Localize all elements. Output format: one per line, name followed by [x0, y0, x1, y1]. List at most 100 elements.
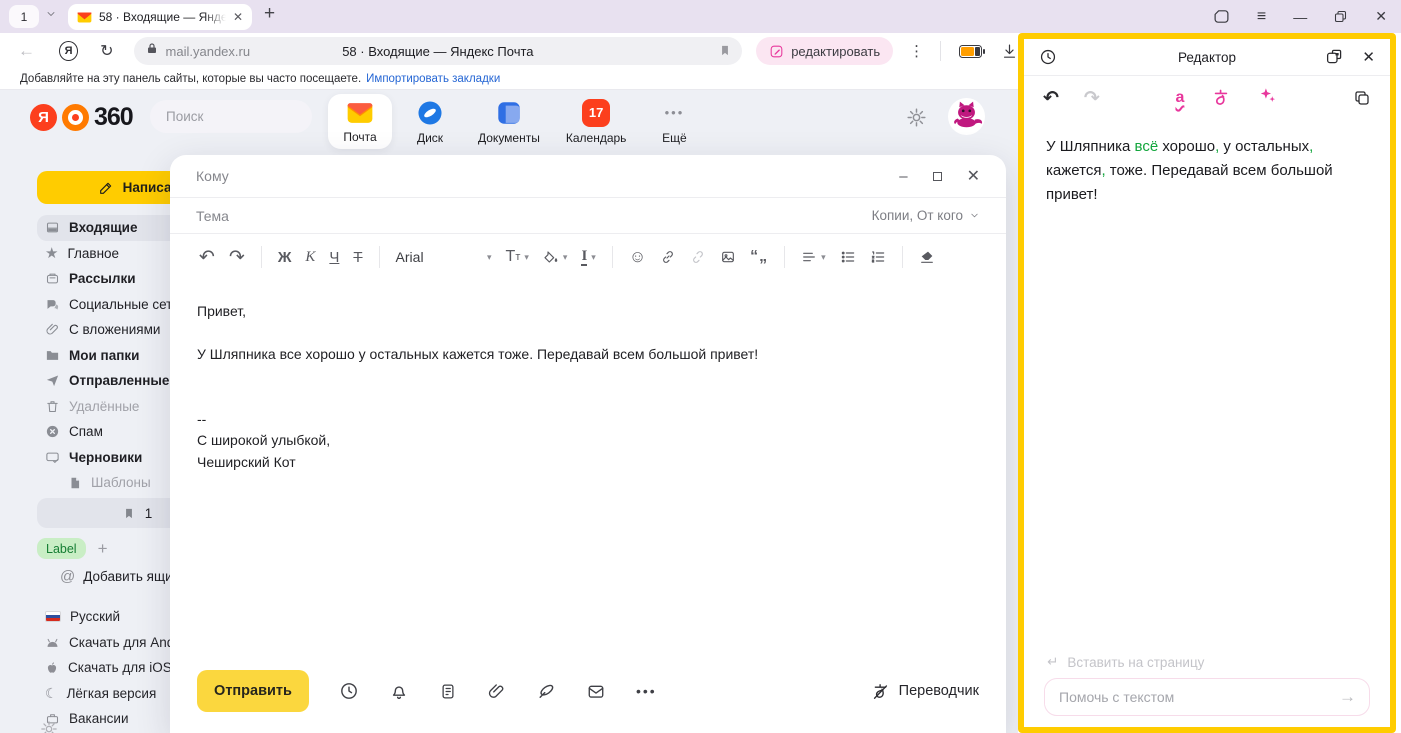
- editor-text-segment: кажется: [1046, 162, 1101, 179]
- add-mailbox-button[interactable]: @ Добавить ящик: [60, 568, 179, 585]
- align-icon: [801, 249, 817, 265]
- mail-page: Я 360 Почта Диск Документы 17 Календарь …: [0, 90, 1018, 733]
- android-icon: [45, 636, 60, 649]
- app-more[interactable]: ••• Ещё: [642, 94, 706, 149]
- window-minimize-button[interactable]: —: [1293, 9, 1306, 25]
- fill-bucket-icon: [543, 249, 559, 265]
- tab-counter[interactable]: 1: [9, 5, 39, 28]
- envelope-icon[interactable]: [586, 682, 606, 701]
- undo-icon[interactable]: ↶: [199, 246, 215, 269]
- submit-arrow-icon[interactable]: →: [1339, 687, 1356, 707]
- bullet-list-button[interactable]: [840, 249, 856, 265]
- compose-minimize-icon[interactable]: –: [899, 168, 907, 185]
- search-input[interactable]: [150, 109, 343, 124]
- mailings-icon: [45, 271, 60, 286]
- body-line: [197, 366, 979, 388]
- battery-saver-icon[interactable]: [959, 45, 982, 58]
- apple-icon: [45, 660, 59, 675]
- window-close-button[interactable]: ✕: [1375, 8, 1387, 25]
- app-calendar[interactable]: 17 Календарь: [556, 94, 637, 149]
- attach-file-icon[interactable]: [487, 682, 506, 701]
- label-tag[interactable]: Label: [37, 538, 86, 559]
- app-disk[interactable]: Диск: [398, 94, 462, 149]
- settings-gear-icon[interactable]: [906, 107, 927, 128]
- font-family-select[interactable]: Arial ▾: [396, 249, 492, 265]
- page-settings-gear-icon[interactable]: [40, 720, 58, 733]
- app-documents[interactable]: Документы: [468, 94, 550, 149]
- spellcheck-icon[interactable]: а: [1175, 89, 1184, 107]
- side-panels-icon[interactable]: [1213, 8, 1230, 25]
- documents-app-icon: [495, 99, 523, 127]
- extension-menu-icon[interactable]: ⋮: [909, 42, 924, 60]
- bookmark-flag-icon[interactable]: [718, 43, 732, 63]
- browser-tab[interactable]: 58 · Входящие — Яндек ✕: [68, 4, 252, 30]
- yandex-360-logo[interactable]: Я 360: [30, 103, 133, 132]
- insert-link-button[interactable]: [660, 249, 676, 265]
- align-select[interactable]: ▾: [801, 249, 826, 265]
- eraser-button[interactable]: [919, 249, 935, 265]
- reload-icon[interactable]: ↻: [100, 41, 113, 61]
- ai-prompt-field[interactable]: →: [1044, 678, 1370, 716]
- redo-icon[interactable]: ↷: [229, 246, 245, 269]
- compose-bottom-bar: Отправить ••• Переводчик: [197, 670, 979, 712]
- insert-image-button[interactable]: [720, 249, 736, 265]
- url-field[interactable]: mail.yandex.ru 58 · Входящие — Яндекс По…: [134, 37, 743, 65]
- remove-link-button[interactable]: [690, 249, 706, 265]
- editor-redo-icon[interactable]: ↷: [1084, 87, 1100, 110]
- yandex-button[interactable]: Я: [59, 41, 78, 61]
- enter-arrow-icon: ↵: [1047, 654, 1058, 670]
- editor-text-correction: ,: [1309, 138, 1313, 155]
- highlight-color-select[interactable]: ▾: [543, 249, 568, 265]
- font-size-select[interactable]: Tт ▾: [506, 248, 529, 266]
- import-bookmarks-link[interactable]: Импортировать закладки: [366, 73, 500, 85]
- browser-menu-icon[interactable]: ≡: [1257, 8, 1266, 26]
- russian-flag-icon: [45, 611, 61, 622]
- back-icon[interactable]: ←: [18, 41, 35, 61]
- notes-icon[interactable]: [439, 682, 457, 701]
- more-apps-icon: •••: [665, 99, 685, 127]
- ai-sparkles-icon[interactable]: [1258, 86, 1277, 110]
- user-avatar[interactable]: [948, 98, 985, 135]
- ai-prompt-input[interactable]: [1045, 689, 1339, 705]
- bold-button[interactable]: Ж: [278, 249, 292, 266]
- edit-page-button[interactable]: редактировать: [756, 37, 893, 65]
- text-color-select[interactable]: I ▾: [581, 248, 595, 267]
- inbox-icon: [45, 220, 60, 235]
- mail-favicon: [77, 11, 92, 24]
- underline-button[interactable]: Ч: [329, 249, 339, 266]
- quote-button[interactable]: “„: [750, 248, 768, 266]
- compose-close-icon[interactable]: ✕: [967, 166, 980, 186]
- emoji-button[interactable]: ☺: [629, 247, 646, 267]
- strikethrough-button[interactable]: Т: [353, 249, 362, 266]
- tab-list-chevron-icon[interactable]: [45, 8, 57, 20]
- schedule-send-icon[interactable]: [339, 681, 359, 701]
- translator-icon: [871, 682, 890, 701]
- cc-from-toggle[interactable]: Копии, От кого: [872, 208, 980, 223]
- send-button[interactable]: Отправить: [197, 670, 309, 712]
- tab-close-icon[interactable]: ✕: [233, 10, 243, 24]
- reminder-bell-icon[interactable]: [389, 681, 409, 701]
- app-mail[interactable]: Почта: [328, 94, 392, 149]
- more-actions-icon[interactable]: •••: [636, 683, 657, 699]
- copy-icon[interactable]: [1353, 89, 1371, 107]
- italic-button[interactable]: К: [305, 249, 315, 266]
- insert-to-page-button[interactable]: ↵ Вставить на страницу: [1047, 654, 1204, 670]
- translate-icon[interactable]: [1211, 88, 1231, 108]
- mail-search[interactable]: [150, 100, 312, 133]
- cheshire-cat-avatar-icon: [948, 98, 985, 135]
- translator-button[interactable]: Переводчик: [871, 682, 979, 701]
- folder-icon: [45, 348, 60, 363]
- window-restore-button[interactable]: [1333, 9, 1348, 24]
- new-tab-button[interactable]: +: [264, 3, 275, 25]
- stamp-pen-icon[interactable]: [536, 681, 556, 701]
- drafts-icon: [45, 450, 60, 465]
- editor-undo-icon[interactable]: ↶: [1043, 87, 1059, 110]
- compose-expand-icon[interactable]: [933, 172, 942, 181]
- editor-close-icon[interactable]: ✕: [1362, 48, 1375, 66]
- paperclip-icon: [45, 322, 60, 337]
- downloads-icon[interactable]: [1001, 43, 1018, 60]
- open-in-window-icon[interactable]: [1325, 48, 1343, 66]
- message-body-editor[interactable]: Привет, У Шляпника все хорошо у остальны…: [170, 280, 1006, 494]
- numbered-list-button[interactable]: [870, 249, 886, 265]
- add-label-button[interactable]: +: [98, 539, 108, 559]
